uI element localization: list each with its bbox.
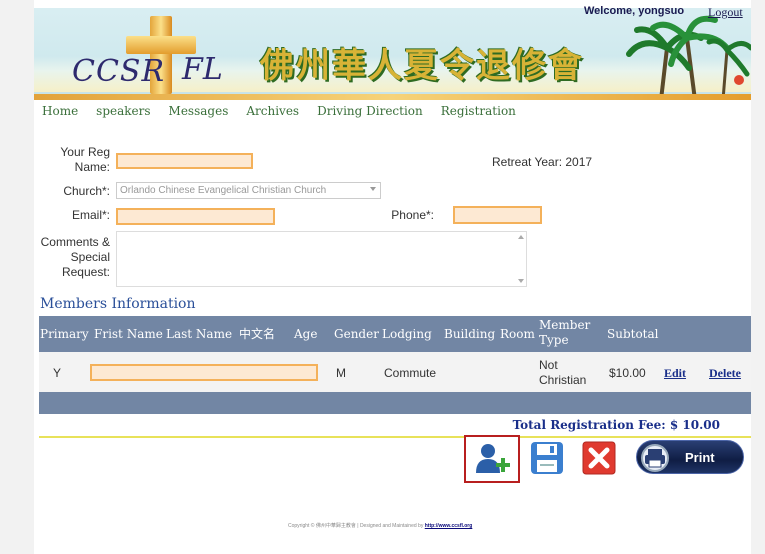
cell-lodging: Commute <box>384 366 437 380</box>
page: CCSR FL 佛州華人夏令退修會 Welcome, yongsuo Logou… <box>34 0 751 554</box>
floppy-disk-icon <box>531 442 563 474</box>
col-subtotal: Subtotal <box>607 327 659 341</box>
site-header: CCSR FL 佛州華人夏令退修會 <box>34 8 751 100</box>
save-button[interactable] <box>530 441 564 475</box>
cell-primary: Y <box>53 366 62 380</box>
col-gender: Gender <box>334 327 379 341</box>
total-fee: Total Registration Fee: $ 10.00 <box>512 418 720 432</box>
col-member-type: Member Type <box>539 318 591 347</box>
comments-label: Comments & Special Request: <box>40 235 110 279</box>
church-select-value: Orlando Chinese Evangelical Christian Ch… <box>120 185 327 196</box>
nav-driving-direction[interactable]: Driving Direction <box>317 104 423 122</box>
col-lodging: Lodging <box>382 327 432 341</box>
col-primary: Primary <box>40 327 89 341</box>
print-button[interactable]: Print <box>636 440 744 474</box>
copyright-footer: Copyright © 佛州中華歸主教會 | Designed and Main… <box>288 522 472 529</box>
church-select[interactable]: Orlando Chinese Evangelical Christian Ch… <box>116 182 381 199</box>
footer-site-link[interactable]: http://www.ccsfl.org <box>425 523 473 529</box>
palm-trees-icon <box>623 15 751 100</box>
col-last-name: Last Name <box>166 327 233 341</box>
add-user-icon <box>476 444 510 473</box>
printer-icon <box>641 444 669 472</box>
members-table-footer <box>39 392 751 414</box>
chinese-title: 佛州華人夏令退修會 <box>260 46 584 86</box>
comments-textarea[interactable] <box>116 231 527 287</box>
logout-link[interactable]: Logout <box>708 5 743 20</box>
nav-archives[interactable]: Archives <box>246 104 299 122</box>
col-age: Age <box>294 327 318 341</box>
nav-speakers[interactable]: speakers <box>96 104 150 122</box>
copyright-text: Copyright © 佛州中華歸主教會 | Designed and Main… <box>288 523 424 529</box>
table-row: Y M Commute Not Christian $10.00 Edit De… <box>39 352 751 392</box>
email-label: Email*: <box>71 208 110 222</box>
reg-name-input[interactable] <box>116 153 253 169</box>
cancel-button[interactable] <box>582 441 616 475</box>
cell-gender: M <box>336 366 346 380</box>
close-icon <box>582 441 616 475</box>
col-building: Building <box>444 327 496 341</box>
members-title: Members Information <box>40 296 196 312</box>
divider <box>39 436 751 438</box>
nav-home[interactable]: Home <box>42 104 78 122</box>
edit-link[interactable]: Edit <box>664 366 686 381</box>
main-nav: Home speakers Messages Archives Driving … <box>42 104 534 122</box>
retreat-year: Retreat Year: 2017 <box>492 155 593 169</box>
email-input[interactable] <box>116 208 275 225</box>
reg-name-label: Your Reg Name: <box>60 145 110 174</box>
cell-member-type: Not Christian <box>539 358 587 387</box>
scroll-up-icon[interactable] <box>518 235 524 239</box>
nav-registration[interactable]: Registration <box>441 104 516 122</box>
welcome-text: Welcome, yongsuo <box>584 5 685 17</box>
nav-messages[interactable]: Messages <box>169 104 229 122</box>
logo-fl: FL <box>182 52 223 87</box>
delete-link[interactable]: Delete <box>709 366 741 381</box>
cell-subtotal: $10.00 <box>609 366 646 380</box>
chevron-down-icon <box>370 187 376 191</box>
church-label: Church*: <box>63 184 110 198</box>
members-table-header: Primary Frist Name Last Name 中文名 Age Gen… <box>39 316 751 352</box>
add-member-button[interactable] <box>464 435 520 483</box>
print-label: Print <box>685 450 715 465</box>
phone-label: Phone*: <box>391 208 434 222</box>
scroll-down-icon[interactable] <box>518 279 524 283</box>
phone-input[interactable] <box>453 206 542 224</box>
col-first-name: Frist Name <box>94 327 163 341</box>
logo-ccsr: CCSR <box>72 54 166 89</box>
member-name-input[interactable] <box>90 364 318 381</box>
col-room: Room <box>500 327 535 341</box>
col-chinese-name: 中文名 <box>239 327 276 341</box>
